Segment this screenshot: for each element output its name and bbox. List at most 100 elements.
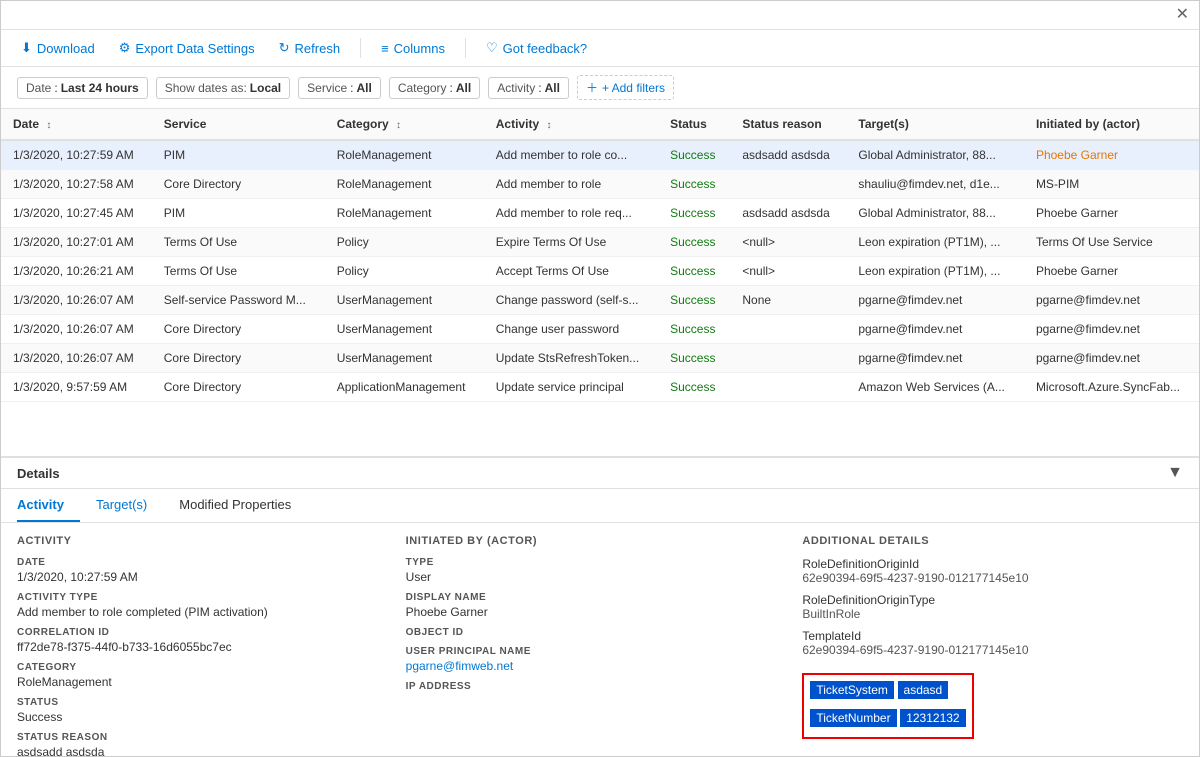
cell-row5-col0: 1/3/2020, 10:26:07 AM bbox=[1, 286, 152, 315]
category-filter-label: Category bbox=[398, 81, 447, 95]
cell-row6-col0: 1/3/2020, 10:26:07 AM bbox=[1, 315, 152, 344]
col-date[interactable]: Date ↕ bbox=[1, 109, 152, 140]
table-row[interactable]: 1/3/2020, 10:27:58 AMCore DirectoryRoleM… bbox=[1, 170, 1199, 199]
service-filter-sep: : bbox=[350, 81, 353, 95]
table-row[interactable]: 1/3/2020, 10:26:07 AMCore DirectoryUserM… bbox=[1, 315, 1199, 344]
cell-row8-col0: 1/3/2020, 9:57:59 AM bbox=[1, 373, 152, 402]
cell-row5-col7: pgarne@fimdev.net bbox=[1024, 286, 1199, 315]
detail-activity-type: ACTIVITY TYPE Add member to role complet… bbox=[17, 592, 390, 619]
cell-row7-col0: 1/3/2020, 10:26:07 AM bbox=[1, 344, 152, 373]
additional-template-id: TemplateId 62e90394-69f5-4237-9190-01217… bbox=[802, 629, 1167, 657]
download-icon: ⬇ bbox=[21, 40, 32, 56]
table-row[interactable]: 1/3/2020, 10:27:01 AMTerms Of UsePolicyE… bbox=[1, 228, 1199, 257]
add-filter-button[interactable]: ＋ + Add filters bbox=[577, 75, 674, 100]
cell-row8-col4: Success bbox=[658, 373, 730, 402]
download-button[interactable]: ⬇ Download bbox=[17, 38, 99, 58]
actor-col-title: INITIATED BY (ACTOR) bbox=[406, 535, 779, 547]
cell-row5-col4: Success bbox=[658, 286, 730, 315]
refresh-label: Refresh bbox=[295, 41, 341, 56]
col-status-reason[interactable]: Status reason bbox=[730, 109, 846, 140]
toolbar: ⬇ Download ⚙ Export Data Settings ↻ Refr… bbox=[1, 30, 1199, 67]
cell-row3-col0: 1/3/2020, 10:27:01 AM bbox=[1, 228, 152, 257]
export-icon: ⚙ bbox=[119, 40, 131, 56]
detail-upn-value[interactable]: pgarne@fimweb.net bbox=[406, 659, 779, 673]
detail-correlation-id: CORRELATION ID ff72de78-f375-44f0-b733-1… bbox=[17, 627, 390, 654]
col-actor[interactable]: Initiated by (actor) bbox=[1024, 109, 1199, 140]
date-filter-sep: : bbox=[54, 81, 57, 95]
cell-row1-col2: RoleManagement bbox=[325, 170, 484, 199]
col-status[interactable]: Status bbox=[658, 109, 730, 140]
activity-column: ACTIVITY DATE 1/3/2020, 10:27:59 AM ACTI… bbox=[17, 535, 406, 756]
cell-row2-col5: asdsadd asdsda bbox=[730, 199, 846, 228]
cell-row5-col5: None bbox=[730, 286, 846, 315]
collapse-button[interactable]: ▼ bbox=[1167, 464, 1183, 482]
detail-status-reason-value: asdsadd asdsda bbox=[17, 745, 390, 756]
cell-row6-col6: pgarne@fimdev.net bbox=[846, 315, 1024, 344]
cell-row1-col1: Core Directory bbox=[152, 170, 325, 199]
cell-row7-col6: pgarne@fimdev.net bbox=[846, 344, 1024, 373]
date-filter[interactable]: Date : Last 24 hours bbox=[17, 77, 148, 99]
actor-column: INITIATED BY (ACTOR) TYPE User DISPLAY N… bbox=[406, 535, 795, 756]
highlight-box: TicketSystem asdasd TicketNumber 1231213… bbox=[802, 673, 973, 739]
add-filter-icon: ＋ bbox=[586, 79, 598, 96]
cell-row1-col7: MS-PIM bbox=[1024, 170, 1199, 199]
cell-row8-col6: Amazon Web Services (A... bbox=[846, 373, 1024, 402]
details-section: Details ▼ Activity Target(s) Modified Pr… bbox=[1, 456, 1199, 756]
cell-row2-col1: PIM bbox=[152, 199, 325, 228]
download-label: Download bbox=[37, 41, 95, 56]
detail-correlation-id-value: ff72de78-f375-44f0-b733-16d6055bc7ec bbox=[17, 640, 390, 654]
cell-row5-col2: UserManagement bbox=[325, 286, 484, 315]
table-row[interactable]: 1/3/2020, 10:27:59 AMPIMRoleManagementAd… bbox=[1, 140, 1199, 170]
cell-row4-col5: <null> bbox=[730, 257, 846, 286]
refresh-icon: ↻ bbox=[279, 40, 290, 56]
close-button[interactable]: ✕ bbox=[1176, 7, 1189, 23]
cell-row3-col5: <null> bbox=[730, 228, 846, 257]
cell-row0-col2: RoleManagement bbox=[325, 140, 484, 170]
col-targets[interactable]: Target(s) bbox=[846, 109, 1024, 140]
columns-button[interactable]: ≡ Columns bbox=[377, 39, 449, 58]
ticket-system-value: asdasd bbox=[898, 681, 949, 699]
show-dates-filter[interactable]: Show dates as: Local bbox=[156, 77, 290, 99]
cell-row0-col5: asdsadd asdsda bbox=[730, 140, 846, 170]
cell-row7-col5 bbox=[730, 344, 846, 373]
audit-table: Date ↕ Service Category ↕ Activity ↕ Sta… bbox=[1, 109, 1199, 402]
col-activity[interactable]: Activity ↕ bbox=[484, 109, 658, 140]
cell-row7-col1: Core Directory bbox=[152, 344, 325, 373]
tab-modified-properties[interactable]: Modified Properties bbox=[179, 489, 307, 522]
service-filter[interactable]: Service : All bbox=[298, 77, 381, 99]
feedback-button[interactable]: ♡ Got feedback? bbox=[482, 38, 591, 58]
table-row[interactable]: 1/3/2020, 10:26:07 AMSelf-service Passwo… bbox=[1, 286, 1199, 315]
refresh-button[interactable]: ↻ Refresh bbox=[275, 38, 344, 58]
cell-row3-col2: Policy bbox=[325, 228, 484, 257]
cell-row2-col4: Success bbox=[658, 199, 730, 228]
cell-row8-col3: Update service principal bbox=[484, 373, 658, 402]
cell-row1-col0: 1/3/2020, 10:27:58 AM bbox=[1, 170, 152, 199]
cell-row0-col4: Success bbox=[658, 140, 730, 170]
service-filter-value: All bbox=[357, 81, 372, 95]
tab-targets[interactable]: Target(s) bbox=[96, 489, 163, 522]
cell-row6-col1: Core Directory bbox=[152, 315, 325, 344]
cell-row6-col5 bbox=[730, 315, 846, 344]
table-row[interactable]: 1/3/2020, 10:26:07 AMCore DirectoryUserM… bbox=[1, 344, 1199, 373]
export-button[interactable]: ⚙ Export Data Settings bbox=[115, 38, 259, 58]
cell-row6-col3: Change user password bbox=[484, 315, 658, 344]
cell-row2-col2: RoleManagement bbox=[325, 199, 484, 228]
show-dates-value: Local bbox=[250, 81, 281, 95]
col-category[interactable]: Category ↕ bbox=[325, 109, 484, 140]
col-service[interactable]: Service bbox=[152, 109, 325, 140]
sort-icon-activity: ↕ bbox=[546, 120, 551, 131]
cell-row4-col6: Leon expiration (PT1M), ... bbox=[846, 257, 1024, 286]
table-row[interactable]: 1/3/2020, 10:26:21 AMTerms Of UsePolicyA… bbox=[1, 257, 1199, 286]
sort-icon-category: ↕ bbox=[396, 120, 401, 131]
category-filter[interactable]: Category : All bbox=[389, 77, 480, 99]
table-row[interactable]: 1/3/2020, 9:57:59 AMCore DirectoryApplic… bbox=[1, 373, 1199, 402]
activity-filter-sep: : bbox=[538, 81, 541, 95]
details-header: Details ▼ bbox=[1, 458, 1199, 489]
table-body: 1/3/2020, 10:27:59 AMPIMRoleManagementAd… bbox=[1, 140, 1199, 402]
activity-filter[interactable]: Activity : All bbox=[488, 77, 569, 99]
cell-row8-col2: ApplicationManagement bbox=[325, 373, 484, 402]
table-row[interactable]: 1/3/2020, 10:27:45 AMPIMRoleManagementAd… bbox=[1, 199, 1199, 228]
tab-activity[interactable]: Activity bbox=[17, 489, 80, 522]
detail-display-name: DISPLAY NAME Phoebe Garner bbox=[406, 592, 779, 619]
category-filter-value: All bbox=[456, 81, 471, 95]
